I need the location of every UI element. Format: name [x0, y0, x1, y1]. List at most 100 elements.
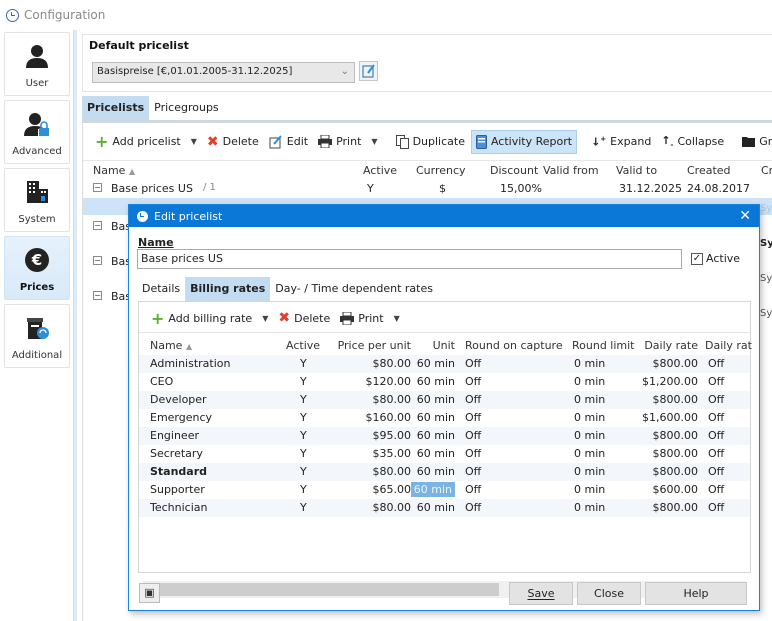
name-input[interactable]: Base prices US	[137, 249, 682, 269]
table-row[interactable]: Emergency Y $160.00 60 min Off 0 min $1,600.00…	[139, 409, 750, 427]
cell-daily-rate[interactable]: $1,200.00	[642, 375, 698, 388]
cell-round-on-capture[interactable]: Off	[465, 411, 481, 424]
cell-round-limit[interactable]: 0 min	[574, 375, 605, 388]
cell-name[interactable]: CEO	[150, 375, 173, 388]
save-button[interactable]: Save	[509, 582, 573, 605]
cell-active[interactable]: Y	[300, 375, 307, 388]
cell-round-on-capture[interactable]: Off	[465, 357, 481, 370]
table-row[interactable]: Supporter Y $65.00 60 min Off 0 min $600.00 Off	[139, 481, 750, 499]
cell-daily-rate-2[interactable]: Off	[708, 429, 724, 442]
cell-price-per-unit[interactable]: $80.00	[373, 465, 412, 478]
cell-round-limit[interactable]: 0 min	[574, 447, 605, 460]
cell-round-limit[interactable]: 0 min	[574, 501, 605, 514]
cell-round-on-capture[interactable]: Off	[465, 375, 481, 388]
edit-pricelist-button[interactable]: Edit	[265, 131, 312, 153]
table-row[interactable]: Standard Y $80.00 60 min Off 0 min $800.00 Off	[139, 463, 750, 481]
cell-active[interactable]: Y	[300, 429, 307, 442]
col-created[interactable]: Created	[687, 164, 731, 177]
cell-daily-rate-2[interactable]: Off	[708, 357, 724, 370]
cell-active[interactable]: Y	[300, 357, 307, 370]
cell-daily-rate-2[interactable]: Off	[708, 375, 724, 388]
default-pricelist-select[interactable]: Basispreise [€,01.01.2005-31.12.2025] ⌄	[92, 62, 355, 83]
cell-round-limit[interactable]: 0 min	[574, 393, 605, 406]
cell-round-limit[interactable]: 0 min	[574, 483, 605, 496]
cell-name[interactable]: Developer	[150, 393, 207, 406]
cell-name[interactable]: Standard	[150, 465, 207, 478]
cell-active[interactable]: Y	[300, 465, 307, 478]
cell-price-per-unit[interactable]: $65.00	[373, 483, 412, 496]
cell-price-per-unit[interactable]: $120.00	[366, 375, 412, 388]
table-row[interactable]: Developer Y $80.00 60 min Off 0 min $800.00 Off	[139, 391, 750, 409]
col-round-on-capture[interactable]: Round on capture	[465, 339, 563, 352]
cell-price-per-unit[interactable]: $80.00	[373, 393, 412, 406]
duplicate-button[interactable]: Duplicate	[392, 131, 469, 153]
cell-unit[interactable]: 60 min	[417, 447, 455, 460]
cell-round-on-capture[interactable]: Off	[465, 483, 481, 496]
tab-pricegroups[interactable]: Pricegroups	[149, 96, 224, 120]
table-row[interactable]: Technician Y $80.00 60 min Off 0 min $800.00 Of…	[139, 499, 750, 517]
close-icon[interactable]: ✕	[739, 208, 751, 224]
col-created-by[interactable]: Cre	[761, 164, 772, 177]
cell-daily-rate-2[interactable]: Off	[708, 447, 724, 460]
add-pricelist-dropdown[interactable]: ▼	[187, 137, 201, 146]
cell-active[interactable]: Y	[300, 447, 307, 460]
cell-active[interactable]: Y	[300, 411, 307, 424]
cell-round-limit[interactable]: 0 min	[574, 465, 605, 478]
cell-name[interactable]: Technician	[150, 501, 207, 514]
print-dropdown[interactable]: ▼	[390, 314, 404, 323]
col-round-limit[interactable]: Round limit	[572, 339, 635, 352]
sidebar-item-additional[interactable]: Additional	[4, 304, 70, 368]
cell-unit[interactable]: 60 min	[417, 375, 455, 388]
col-valid-from[interactable]: Valid from	[543, 164, 599, 177]
cell-price-per-unit[interactable]: $160.00	[366, 411, 412, 424]
cell-round-on-capture[interactable]: Off	[465, 501, 481, 514]
col-active[interactable]: Active	[286, 339, 320, 352]
expand-button[interactable]: ↓+ Expand	[587, 131, 655, 153]
cell-price-per-unit[interactable]: $95.00	[373, 429, 412, 442]
cell-daily-rate[interactable]: $800.00	[653, 501, 699, 514]
cell-price-per-unit[interactable]: $80.00	[373, 357, 412, 370]
tab-time-dependent-rates[interactable]: Day- / Time dependent rates	[270, 277, 438, 301]
col-name[interactable]: Name ▲	[93, 164, 135, 177]
add-billing-rate-button[interactable]: + Add billing rate	[147, 308, 256, 329]
col-daily-rate[interactable]: Daily rate	[644, 339, 698, 352]
table-row[interactable]: Secretary Y $35.00 60 min Off 0 min $800.00 Off	[139, 445, 750, 463]
col-name[interactable]: Name ▲	[150, 339, 192, 352]
cell-unit[interactable]: 60 min	[410, 482, 455, 497]
cell-name[interactable]: Supporter	[150, 483, 205, 496]
cell-name[interactable]: Engineer	[150, 429, 199, 442]
cell-daily-rate[interactable]: $800.00	[653, 465, 699, 478]
col-price-per-unit[interactable]: Price per unit	[338, 339, 411, 352]
cell-unit[interactable]: 60 min	[417, 501, 455, 514]
cell-round-limit[interactable]: 0 min	[574, 357, 605, 370]
add-billing-rate-dropdown[interactable]: ▼	[258, 314, 272, 323]
table-row[interactable]: − Base prices US / 1 Y $ 15,00% 31.12.20…	[83, 181, 772, 198]
cell-round-on-capture[interactable]: Off	[465, 393, 481, 406]
sidebar-item-system[interactable]: System	[4, 168, 70, 232]
cell-daily-rate[interactable]: $800.00	[653, 429, 699, 442]
cell-unit[interactable]: 60 min	[417, 357, 455, 370]
collapse-tree-icon[interactable]: −	[93, 221, 102, 230]
cell-unit[interactable]: 60 min	[417, 393, 455, 406]
collapse-tree-icon[interactable]: −	[93, 291, 102, 300]
cell-round-on-capture[interactable]: Off	[465, 429, 481, 442]
cell-round-on-capture[interactable]: Off	[465, 465, 481, 478]
print-pricelist-button[interactable]: Print	[314, 131, 365, 152]
save-layout-button[interactable]: ▣	[139, 583, 160, 603]
tab-billing-rates[interactable]: Billing rates	[185, 277, 271, 301]
cell-daily-rate-2[interactable]: Off	[708, 411, 724, 424]
cell-name[interactable]: Secretary	[150, 447, 203, 460]
collapse-tree-icon[interactable]: −	[93, 256, 102, 265]
cell-active[interactable]: Y	[300, 501, 307, 514]
cell-active[interactable]: Y	[300, 393, 307, 406]
cell-daily-rate[interactable]: $800.00	[653, 393, 699, 406]
col-currency[interactable]: Currency	[416, 164, 466, 177]
cell-unit[interactable]: 60 min	[417, 465, 455, 478]
cell-daily-rate[interactable]: $600.00	[653, 483, 699, 496]
cell-active[interactable]: Y	[300, 483, 307, 496]
cell-round-on-capture[interactable]: Off	[465, 447, 481, 460]
cell-unit[interactable]: 60 min	[417, 411, 455, 424]
cell-daily-rate-2[interactable]: Off	[708, 393, 724, 406]
tab-details[interactable]: Details	[137, 277, 185, 301]
cell-price-per-unit[interactable]: $35.00	[373, 447, 412, 460]
